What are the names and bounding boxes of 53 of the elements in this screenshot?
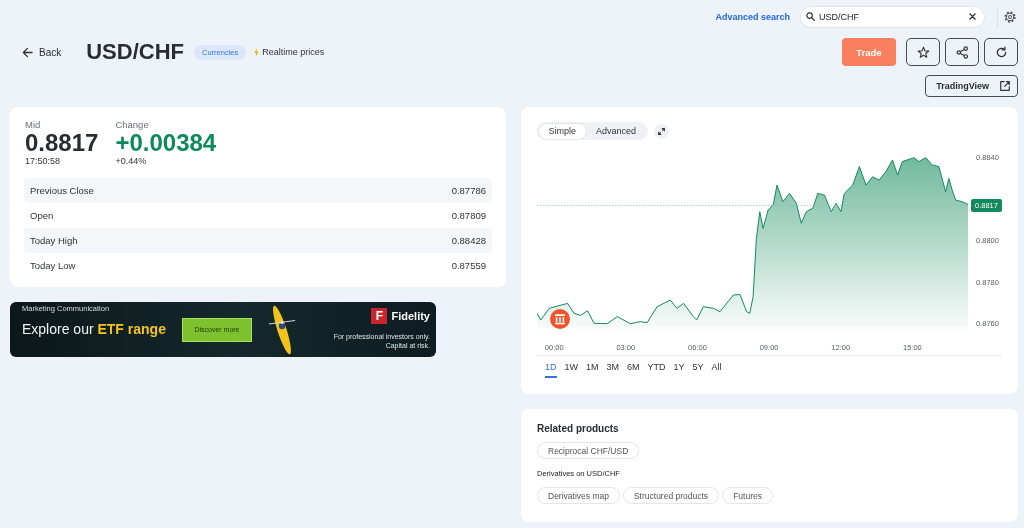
star-icon [916, 45, 930, 59]
ad-headline: Explore our ETF range [22, 321, 166, 338]
range-tab[interactable]: 5Y [692, 361, 704, 378]
range-tab[interactable]: 6M [627, 361, 640, 378]
realtime-label: Realtime prices [262, 47, 325, 57]
lightning-icon [254, 47, 260, 57]
range-tab[interactable]: YTD [647, 361, 666, 378]
derivative-chip[interactable]: Derivatives map [537, 487, 620, 504]
range-tab[interactable]: 1Y [673, 361, 685, 378]
arrow-left-icon [22, 46, 33, 58]
derivative-chip[interactable]: Structured products [622, 487, 720, 504]
view-mode-tab[interactable]: Simple [538, 123, 586, 139]
stat-label: Today High [30, 235, 78, 246]
change-value: +0.00384 [115, 130, 217, 156]
favorite-button[interactable] [906, 38, 940, 66]
related-product-chip[interactable]: Reciprocal CHF/USD [537, 442, 640, 459]
expand-icon[interactable] [653, 123, 669, 139]
derivative-chip[interactable]: Futures [722, 487, 773, 504]
symbol-title: USD/CHF [86, 39, 184, 65]
close-icon[interactable] [969, 13, 976, 20]
range-tab[interactable]: 3M [606, 361, 620, 378]
search-field[interactable]: USD/CHF [800, 5, 985, 28]
stat-label: Open [30, 210, 54, 221]
back-button[interactable]: Back [20, 44, 64, 60]
share-icon [955, 45, 969, 59]
change-percent: +0.44% [115, 156, 147, 167]
mid-price: 0.8817 [25, 130, 99, 156]
tradingview-button[interactable]: TradingView [925, 75, 1018, 97]
stat-value: 0.88428 [451, 235, 486, 246]
range-tab[interactable]: All [711, 361, 722, 378]
refresh-icon [994, 45, 1008, 59]
building-marker-icon[interactable] [550, 309, 570, 329]
range-tab[interactable]: 1W [564, 361, 578, 378]
external-link-icon [999, 80, 1011, 92]
range-tab[interactable]: 1M [586, 361, 599, 378]
stat-value: 0.87786 [451, 185, 486, 196]
view-mode-tab[interactable]: Advanced [586, 123, 647, 139]
search-icon [806, 12, 815, 21]
advanced-search-link[interactable]: Advanced search [715, 11, 790, 22]
range-tab[interactable]: 1D [545, 361, 557, 378]
quote-time: 17:50:58 [25, 156, 61, 167]
related-products-title: Related products [537, 423, 620, 435]
stat-value: 0.87559 [451, 260, 486, 271]
stat-label: Today Low [30, 260, 76, 271]
mid-label: Mid [25, 119, 41, 130]
share-button[interactable] [945, 38, 979, 66]
stat-label: Previous Close [30, 185, 94, 196]
brand-logo-mark: F [371, 308, 388, 324]
change-label: Change [115, 119, 149, 130]
stat-value: 0.87809 [451, 210, 486, 221]
refresh-button[interactable] [984, 38, 1018, 66]
brand-name: Fidelity [391, 310, 430, 322]
settings-icon[interactable] [1004, 10, 1016, 23]
